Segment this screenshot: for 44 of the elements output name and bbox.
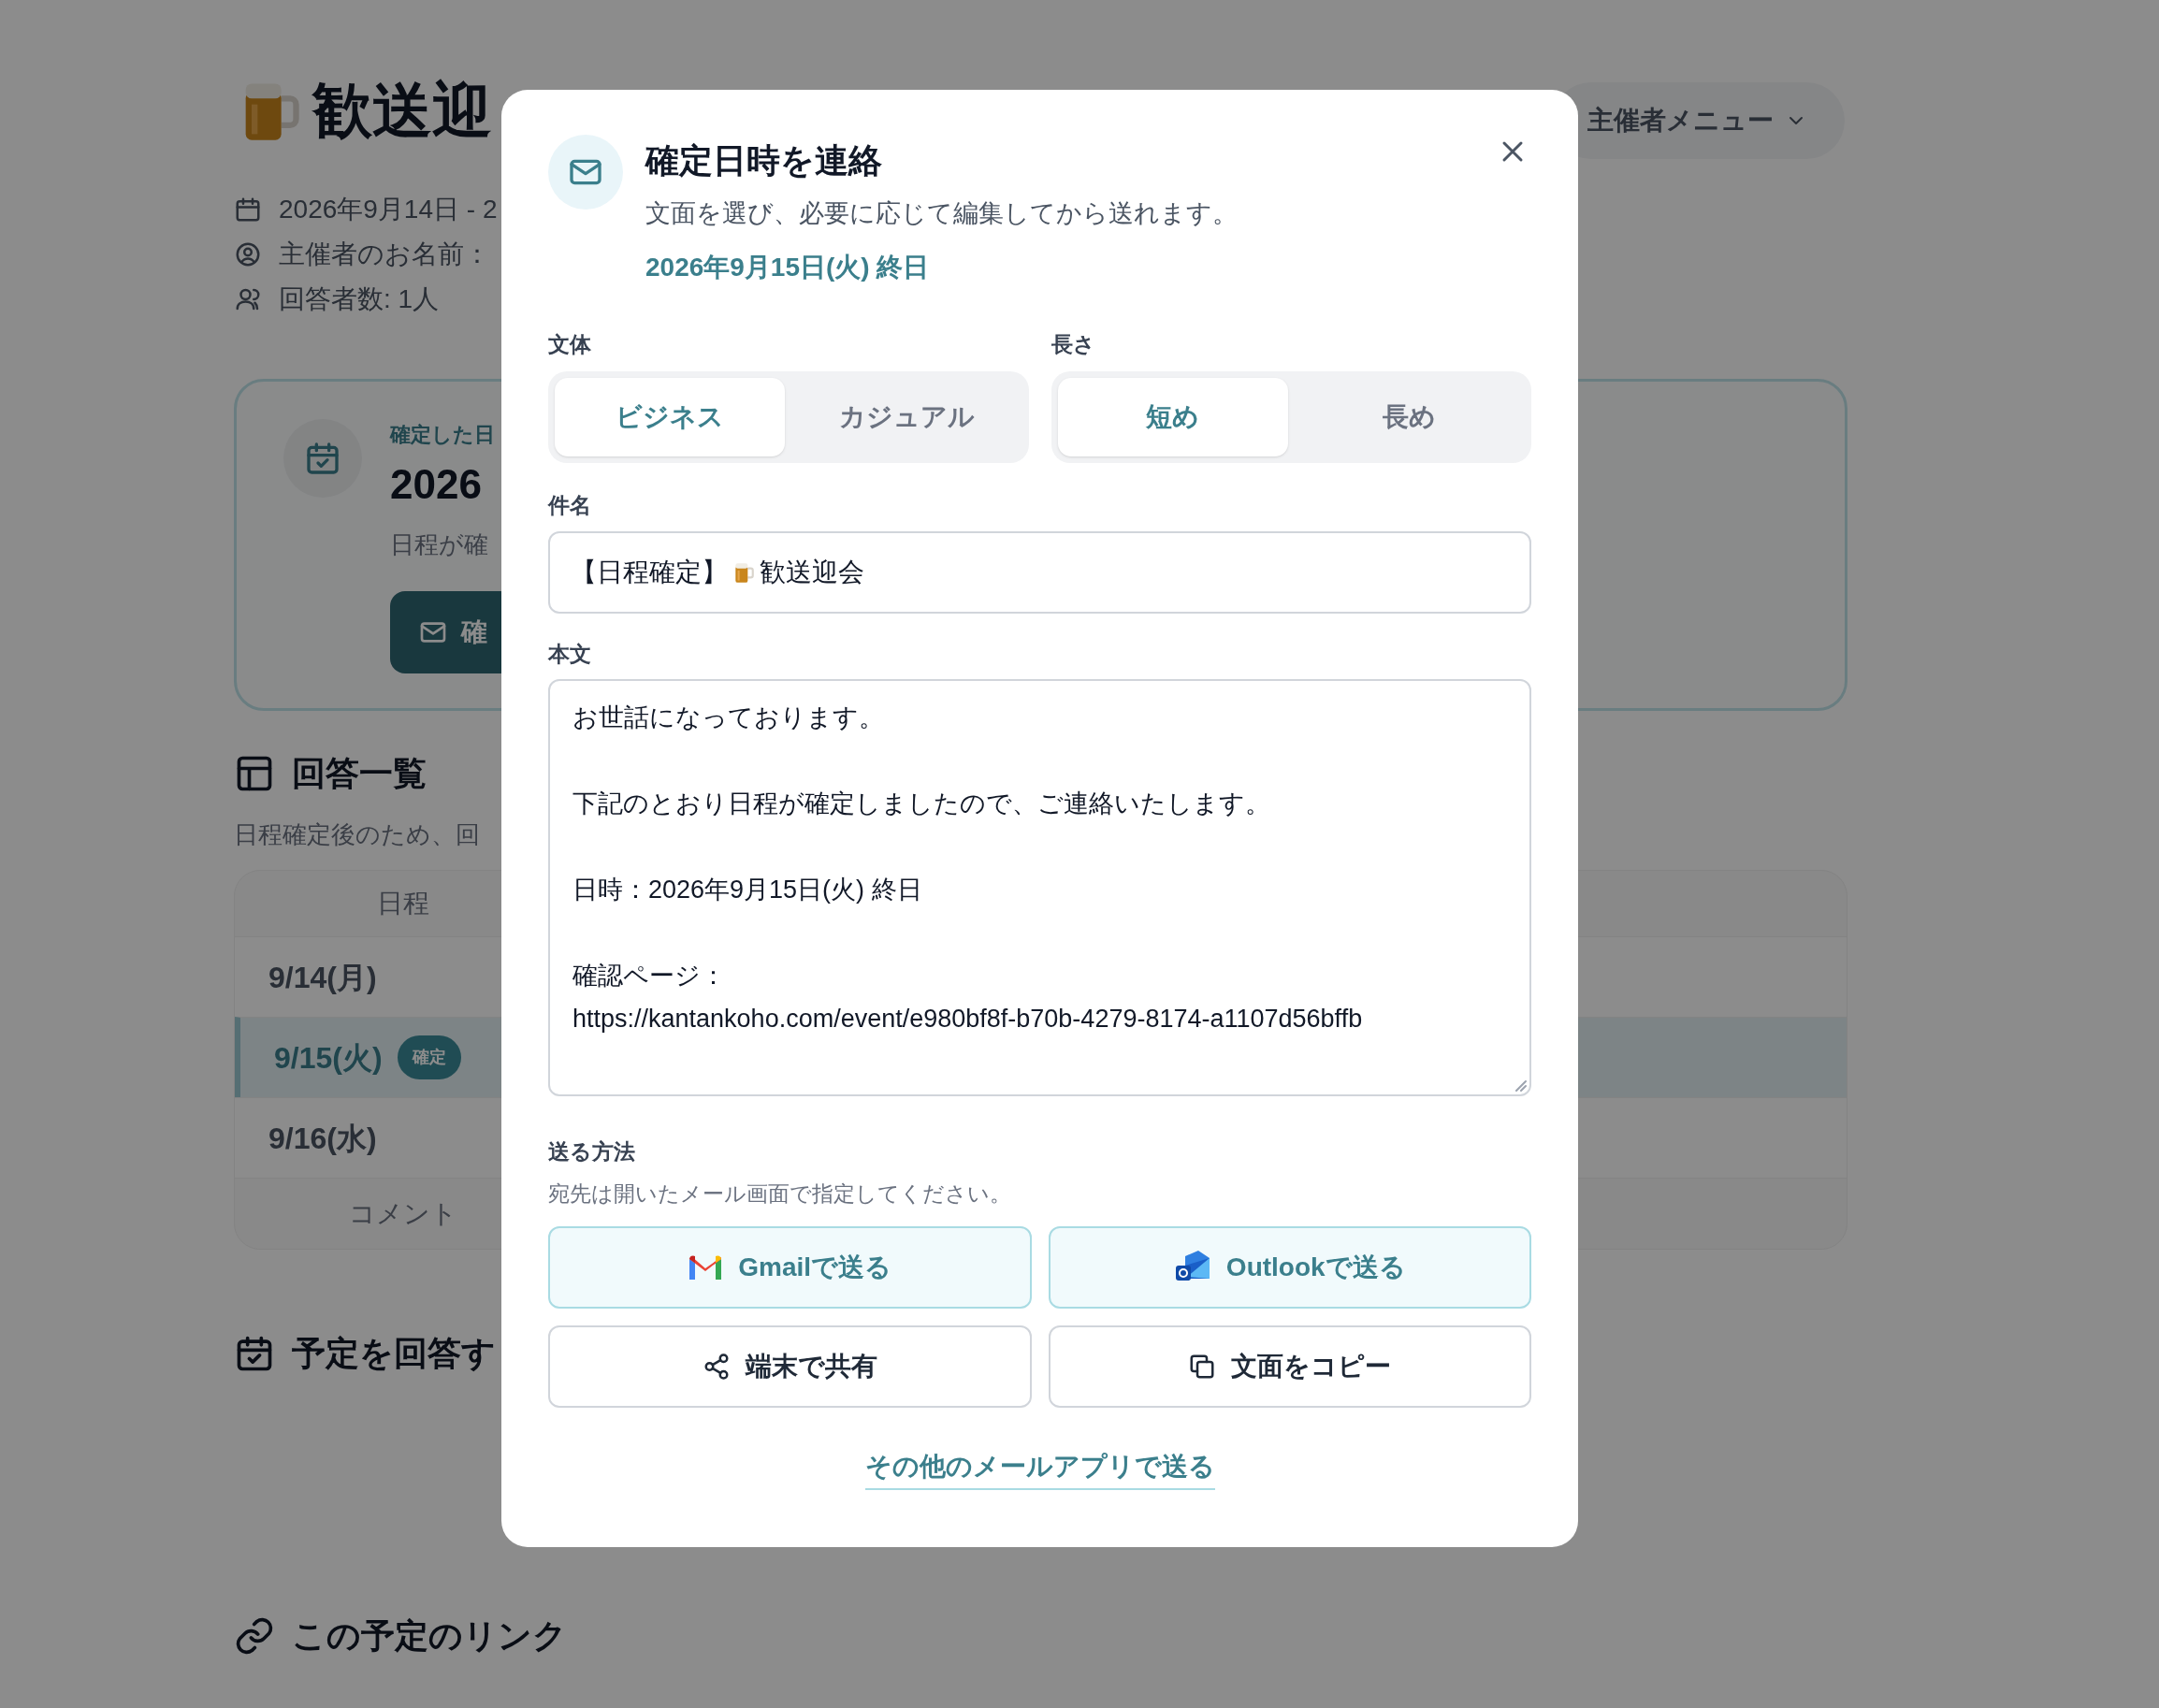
column-header: 日程 — [376, 888, 430, 919]
message-body-field[interactable]: お世話になっております。 下記のとおり日程が確定しましたので、ご連絡いたします。 日時：2026年9月15日(火) 終日 確認ページ： https://kantankoho.com/event/e980bf8f-b70b-4279-8174-a1107d56bffb — [548, 679, 1531, 1096]
field-label: 件名 — [548, 492, 592, 519]
meta-text: 回答者数: 1人 — [279, 283, 440, 315]
dialog-subtitle: 文面を選び、必要に応じて編集してから送れます。 — [645, 198, 1238, 229]
date-cell-text: 9/16(水) — [268, 1120, 377, 1157]
subject-prefix: 【日程確定】 — [571, 556, 728, 588]
gmail-button[interactable]: Gmailで送る — [548, 1226, 1032, 1309]
section-note: 日程確定後のため、回 — [234, 819, 480, 850]
confirmed-date: 2026年9月15日(火) 終日 — [645, 251, 931, 283]
meta-text: 主催者のお名前： — [279, 239, 490, 270]
segment-option[interactable]: カジュアル — [791, 378, 1022, 456]
field-label: 文体 — [548, 330, 592, 358]
field-label: 長さ — [1051, 330, 1096, 358]
outlook-button[interactable]: Outlookで送る — [1048, 1226, 1531, 1309]
body-text-line: https://kantankoho.com/event/e980bf8f-b70b-4279-8174-a1107d56bffb — [572, 1004, 1364, 1035]
other-mail-apps-link[interactable]: その他のメールアプリで送る — [864, 1447, 1215, 1490]
section-heading: 回答一覧 — [292, 753, 427, 794]
copy-button[interactable]: 文面をコピー — [1048, 1325, 1531, 1408]
body-text-line: 下記のとおり日程が確定しましたので、ご連絡いたします。 — [572, 789, 1271, 819]
confirmed-badge: 確定 — [397, 1035, 461, 1079]
field-label: 本文 — [548, 640, 592, 668]
comment-row-label: コメント — [348, 1197, 458, 1230]
body-text-line: お世話になっております。 — [572, 702, 885, 733]
segment-option[interactable]: 短め — [1057, 378, 1288, 456]
meta-text: 2026年9月14日 - 2 — [279, 194, 498, 225]
subject-field[interactable]: 【日程確定】 歓送迎会 — [548, 530, 1531, 614]
subject-title: 歓送迎会 — [760, 556, 864, 588]
section-heading: 予定を回答す — [292, 1333, 496, 1374]
body-text-line: 確認ページ： — [572, 961, 727, 992]
card-note: 日程が確 — [390, 529, 488, 560]
dialog-title: 確定日時を連絡 — [645, 140, 883, 181]
date-cell-text: 9/15(火) — [274, 1039, 383, 1077]
body-text-line: 日時：2026年9月15日(火) 終日 — [572, 875, 923, 905]
section-heading: この予定のリンク — [292, 1615, 567, 1657]
segment-option[interactable]: ビジネス — [555, 378, 786, 456]
confirmed-date: 2026 — [390, 460, 482, 509]
card-label: 確定した日 — [390, 422, 495, 448]
field-label: 送る方法 — [548, 1138, 636, 1165]
page-title: 歓送迎 — [312, 80, 492, 140]
date-cell-text: 9/14(月) — [268, 959, 377, 996]
segment-option[interactable]: 長め — [1294, 378, 1525, 456]
field-hint: 宛先は開いたメール画面で指定してください。 — [548, 1180, 1012, 1208]
share-button[interactable]: 端末で共有 — [548, 1325, 1032, 1408]
